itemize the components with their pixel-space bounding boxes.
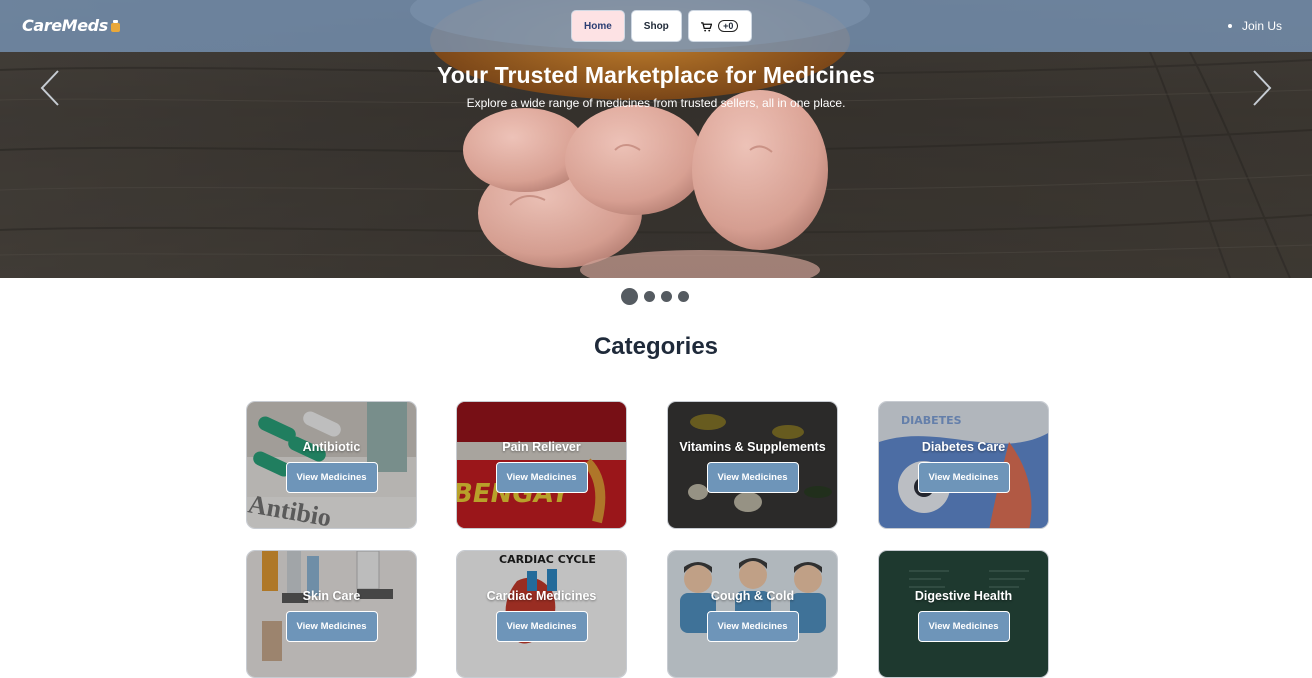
category-title: Cough & Cold xyxy=(710,589,795,603)
category-title: Cardiac Medicines xyxy=(486,589,597,603)
carousel-dot[interactable] xyxy=(644,291,655,302)
hero-subtitle: Explore a wide range of medicines from t… xyxy=(466,96,846,110)
category-card-pain-reliever[interactable]: BENGAY Pain Reliever View Medicines xyxy=(456,401,627,529)
view-medicines-button[interactable]: View Medicines xyxy=(917,611,1010,642)
main-nav: Home Shop +0 xyxy=(571,10,752,42)
nav-shop-button[interactable]: Shop xyxy=(630,10,682,42)
join-us-label: Join Us xyxy=(1241,19,1282,33)
category-title: Digestive Health xyxy=(914,589,1013,603)
category-card-vitamins-supplements[interactable]: Vitamins & Supplements View Medicines xyxy=(667,401,838,529)
view-medicines-button[interactable]: View Medicines xyxy=(917,462,1010,493)
category-card-digestive-health[interactable]: Digestive Health View Medicines xyxy=(878,550,1049,678)
view-medicines-button[interactable]: View Medicines xyxy=(706,462,799,493)
category-title: Antibiotic xyxy=(302,440,361,454)
carousel-dot[interactable] xyxy=(661,291,672,302)
category-card-cough-cold[interactable]: Cough & Cold View Medicines xyxy=(667,550,838,678)
category-title: Vitamins & Supplements xyxy=(679,440,826,454)
bullet-icon xyxy=(1227,24,1232,28)
hero-carousel: Your Trusted Marketplace for Medicines E… xyxy=(0,0,1312,278)
join-us-link[interactable]: Join Us xyxy=(1227,19,1282,33)
category-card-cardiac-medicines[interactable]: CARDIAC CYCLE Cardiac Medicines View Med… xyxy=(456,550,627,678)
brand-logo[interactable]: CareMeds xyxy=(22,16,120,35)
shopping-cart-icon xyxy=(701,21,713,32)
carousel-dot[interactable] xyxy=(621,288,638,305)
view-medicines-button[interactable]: View Medicines xyxy=(706,611,799,642)
view-medicines-button[interactable]: View Medicines xyxy=(495,611,588,642)
category-card-skin-care[interactable]: Skin Care View Medicines xyxy=(246,550,417,678)
carousel-pagination xyxy=(621,288,689,305)
view-medicines-button[interactable]: View Medicines xyxy=(495,462,588,493)
brand-logo-text: CareMeds xyxy=(22,16,108,35)
category-title: Skin Care xyxy=(302,589,361,603)
category-card-diabetes-care[interactable]: DIABETES Diabetes Care View Medicines xyxy=(878,401,1049,529)
nav-home-button[interactable]: Home xyxy=(571,10,625,42)
cart-count-badge: +0 xyxy=(718,20,739,32)
category-card-antibiotic[interactable]: Antibio Antibiotic View Medicines xyxy=(246,401,417,529)
hero-title: Your Trusted Marketplace for Medicines xyxy=(437,62,875,88)
pill-bottle-icon xyxy=(110,20,120,32)
cart-button[interactable]: +0 xyxy=(687,10,752,42)
category-title: Diabetes Care xyxy=(921,440,1006,454)
view-medicines-button[interactable]: View Medicines xyxy=(285,611,378,642)
view-medicines-button[interactable]: View Medicines xyxy=(285,462,378,493)
top-navbar: CareMeds Home Shop +0 Join Us xyxy=(0,0,1312,52)
carousel-dot[interactable] xyxy=(678,291,689,302)
categories-heading: Categories xyxy=(593,333,719,360)
category-title: Pain Reliever xyxy=(502,440,581,454)
